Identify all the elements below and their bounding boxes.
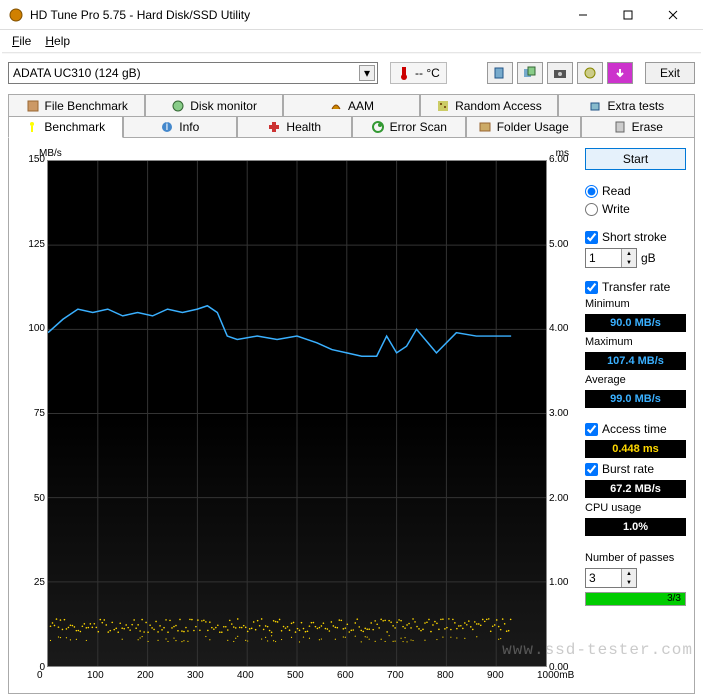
chevron-down-icon: ▾	[359, 65, 375, 81]
maximum-label: Maximum	[585, 336, 686, 348]
y-tick: 150	[21, 154, 45, 165]
tab-icon	[26, 99, 40, 113]
burst-rate-value: 67.2 MB/s	[585, 480, 686, 498]
short-stroke-input[interactable]: 1▲▼	[585, 248, 637, 268]
maximize-button[interactable]	[605, 1, 650, 29]
x-tick: 300	[187, 670, 204, 681]
tab-file-benchmark[interactable]: File Benchmark	[8, 94, 145, 116]
cpu-usage-label: CPU usage	[585, 502, 686, 514]
y2-tick: 1.00	[549, 577, 577, 588]
start-button[interactable]: Start	[585, 148, 686, 170]
tab-icon: i	[160, 120, 174, 134]
y2-tick: 2.00	[549, 493, 577, 504]
screenshot-button[interactable]	[547, 62, 573, 84]
y2-tick: 5.00	[549, 239, 577, 250]
tab-extra-tests[interactable]: Extra tests	[558, 94, 695, 116]
y-tick: 125	[21, 239, 45, 250]
drive-select-value: ADATA UC310 (124 gB)	[13, 66, 141, 80]
watermark: www.ssd-tester.com	[502, 641, 693, 659]
y2-tick: 4.00	[549, 323, 577, 334]
average-value: 99.0 MB/s	[585, 390, 686, 408]
menu-file[interactable]: File	[6, 32, 37, 50]
x-tick: 0	[37, 670, 43, 681]
tab-icon	[329, 99, 343, 113]
tab-benchmark[interactable]: Benchmark	[8, 116, 123, 138]
tab-icon	[267, 120, 281, 134]
y-tick: 25	[21, 577, 45, 588]
short-stroke-checkbox[interactable]: Short stroke	[585, 230, 686, 244]
y-tick: 75	[21, 408, 45, 419]
save-button[interactable]	[607, 62, 633, 84]
thermometer-icon	[397, 66, 411, 80]
y2-tick: 3.00	[549, 408, 577, 419]
passes-input[interactable]: 3▲▼	[585, 568, 637, 588]
tab-aam[interactable]: AAM	[283, 94, 420, 116]
passes-progress: 3/3	[585, 592, 686, 606]
tab-icon	[171, 99, 185, 113]
tab-erase[interactable]: Erase	[581, 116, 696, 138]
tab-icon	[613, 120, 627, 134]
tab-random-access[interactable]: Random Access	[420, 94, 557, 116]
window-title: HD Tune Pro 5.75 - Hard Disk/SSD Utility	[30, 8, 560, 22]
tab-health[interactable]: Health	[237, 116, 352, 138]
settings-button[interactable]	[577, 62, 603, 84]
x-tick: 200	[137, 670, 154, 681]
x-tick: 700	[387, 670, 404, 681]
tab-folder-usage[interactable]: Folder Usage	[466, 116, 581, 138]
close-button[interactable]	[650, 1, 695, 29]
y2-tick: 6.00	[549, 154, 577, 165]
exit-button[interactable]: Exit	[645, 62, 695, 84]
y-tick: 100	[21, 323, 45, 334]
minimize-button[interactable]	[560, 1, 605, 29]
x-tick: 900	[487, 670, 504, 681]
cpu-usage-value: 1.0%	[585, 518, 686, 536]
tab-icon	[436, 99, 450, 113]
benchmark-chart: MB/sms02550751001251500.001.002.003.004.…	[17, 146, 577, 685]
average-label: Average	[585, 374, 686, 386]
app-icon	[8, 7, 24, 23]
access-time-checkbox[interactable]: Access time	[585, 422, 686, 436]
drive-select[interactable]: ADATA UC310 (124 gB) ▾	[8, 62, 378, 84]
temperature-display: -- °C	[390, 62, 447, 84]
x-tick: 500	[287, 670, 304, 681]
maximum-value: 107.4 MB/s	[585, 352, 686, 370]
minimum-value: 90.0 MB/s	[585, 314, 686, 332]
minimum-label: Minimum	[585, 298, 686, 310]
copy-info-button[interactable]	[487, 62, 513, 84]
x-tick: 800	[437, 670, 454, 681]
burst-rate-checkbox[interactable]: Burst rate	[585, 462, 686, 476]
tab-icon	[371, 120, 385, 134]
x-tick: 1000mB	[537, 670, 574, 681]
tab-disk-monitor[interactable]: Disk monitor	[145, 94, 282, 116]
y-tick: 50	[21, 493, 45, 504]
tab-error-scan[interactable]: Error Scan	[352, 116, 467, 138]
access-time-value: 0.448 ms	[585, 440, 686, 458]
short-stroke-unit: gB	[641, 251, 656, 265]
copy-screenshot-button[interactable]	[517, 62, 543, 84]
tab-info[interactable]: iInfo	[123, 116, 238, 138]
x-tick: 400	[237, 670, 254, 681]
tab-icon	[588, 99, 602, 113]
menu-help[interactable]: Help	[39, 32, 76, 50]
write-radio[interactable]: Write	[585, 202, 686, 216]
passes-label: Number of passes	[585, 552, 686, 564]
read-radio[interactable]: Read	[585, 184, 686, 198]
x-tick: 600	[337, 670, 354, 681]
svg-text:i: i	[166, 120, 169, 133]
tab-icon	[478, 120, 492, 134]
transfer-rate-checkbox[interactable]: Transfer rate	[585, 280, 686, 294]
tab-icon	[25, 120, 39, 134]
x-tick: 100	[87, 670, 104, 681]
